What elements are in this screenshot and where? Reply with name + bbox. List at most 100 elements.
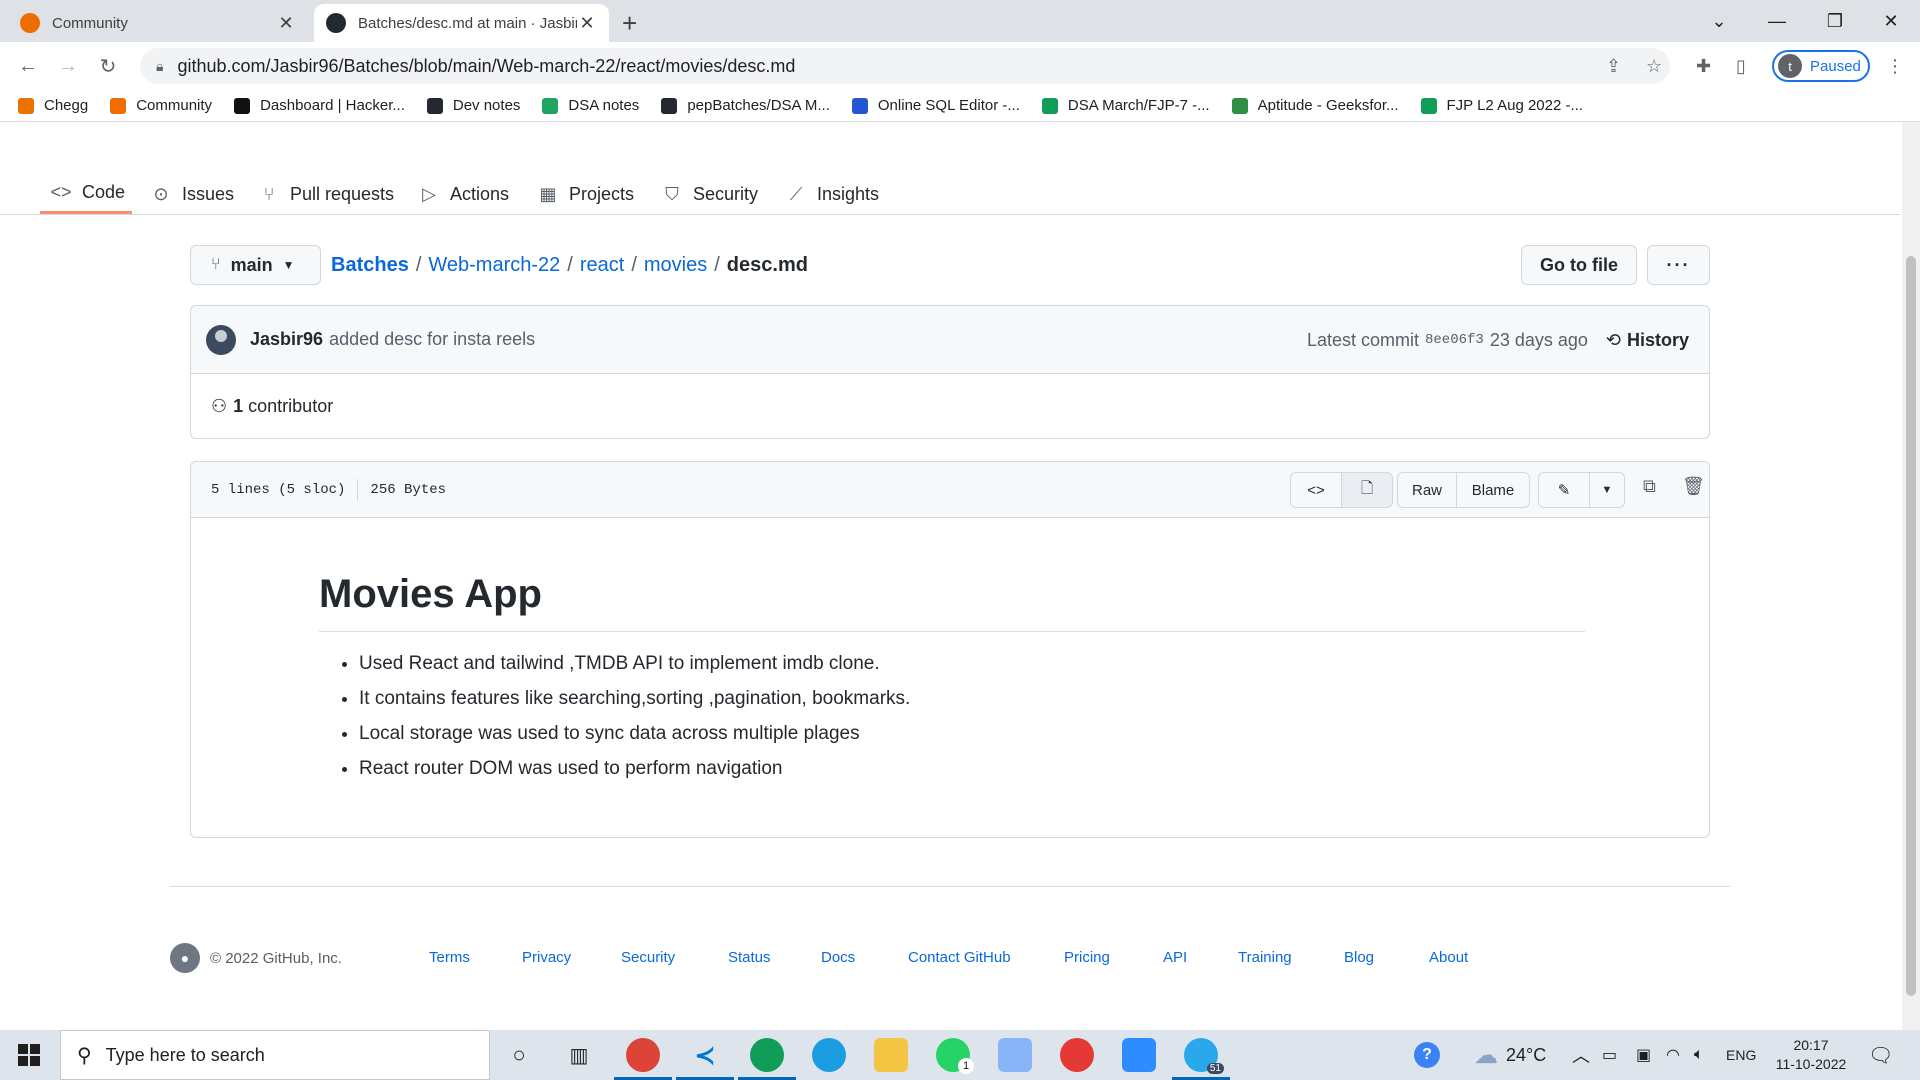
zoom-icon[interactable] — [1122, 1038, 1156, 1072]
tab-projects[interactable]: ▦ Projects — [537, 174, 634, 214]
help-icon[interactable]: ? — [1414, 1030, 1440, 1080]
raw-button[interactable]: Raw — [1397, 472, 1457, 508]
close-icon[interactable]: ✕ — [577, 13, 597, 34]
wifi-icon[interactable]: ◠ — [1666, 1030, 1680, 1080]
share-icon[interactable]: ⇪ — [1606, 56, 1621, 77]
bookmark-item[interactable]: DSA March/FJP-7 -... — [1041, 97, 1210, 114]
meet-now-icon[interactable]: ▣ — [1636, 1030, 1651, 1080]
bookmark-item[interactable]: Dev notes — [426, 97, 520, 114]
footer-link-training[interactable]: Training — [1238, 949, 1292, 966]
edit-dropdown-button[interactable]: ▼ — [1589, 472, 1625, 508]
footer-link-terms[interactable]: Terms — [429, 949, 470, 966]
footer-copyright: ● © 2022 GitHub, Inc. — [170, 943, 342, 973]
scrollbar-thumb[interactable] — [1906, 256, 1916, 996]
go-to-file-button[interactable]: Go to file — [1521, 245, 1637, 285]
chrome-icon[interactable] — [614, 1038, 672, 1080]
restore-icon[interactable]: ❐ — [1806, 0, 1864, 42]
star-icon[interactable]: ☆ — [1646, 56, 1662, 77]
markdown-body: Movies App Used React and tailwind ,TMDB… — [319, 572, 1585, 786]
footer-link-about[interactable]: About — [1429, 949, 1468, 966]
avatar[interactable] — [206, 324, 236, 355]
footer-link-api[interactable]: API — [1163, 949, 1187, 966]
bookmark-item[interactable]: Community — [110, 97, 212, 114]
footer-link-security[interactable]: Security — [621, 949, 675, 966]
forward-icon[interactable]: → — [54, 52, 82, 80]
commit-sha[interactable]: 8ee06f3 — [1425, 332, 1484, 348]
file-header: 5 lines (5 sloc) 256 Bytes <> 🗋︎ Raw Bla… — [191, 462, 1709, 518]
footer-link-pricing[interactable]: Pricing — [1064, 949, 1110, 966]
edit-button[interactable]: ✎ — [1538, 472, 1590, 508]
contributors-row[interactable]: ⚇ 1 contributor — [191, 374, 1709, 438]
whatsapp-icon[interactable]: 1 — [936, 1038, 974, 1074]
browser-tab-github[interactable]: Batches/desc.md at main · Jasbir96 ✕ — [314, 4, 609, 42]
close-icon[interactable]: ✕ — [276, 13, 296, 34]
telegram-icon[interactable]: 51 — [1172, 1038, 1230, 1080]
taskbar-search-input[interactable]: ⚲ Type here to search — [60, 1030, 490, 1080]
file-explorer-icon[interactable] — [874, 1038, 908, 1072]
branch-select-button[interactable]: ⑂ main ▼ — [190, 245, 321, 285]
tab-security[interactable]: ⛉ Security — [661, 174, 758, 214]
page-scrollbar[interactable] — [1902, 122, 1920, 1030]
tab-issues[interactable]: ⊙ Issues — [150, 174, 234, 214]
chrome-profile-icon[interactable] — [738, 1038, 796, 1080]
display-source-button[interactable]: <> — [1290, 472, 1342, 508]
footer-link-status[interactable]: Status — [728, 949, 771, 966]
image-viewer-icon[interactable] — [998, 1038, 1032, 1072]
blame-button[interactable]: Blame — [1456, 472, 1530, 508]
breadcrumb-folder[interactable]: movies — [644, 254, 707, 277]
address-bar[interactable]: 🔒︎ github.com/Jasbir96/Batches/blob/main… — [140, 48, 1670, 84]
breadcrumb-folder[interactable]: react — [580, 254, 624, 277]
tab-pull-requests[interactable]: ⑂ Pull requests — [258, 174, 394, 214]
breadcrumb-repo[interactable]: Batches — [331, 254, 409, 277]
system-clock[interactable]: 20:17 11-10-2022 — [1768, 1036, 1854, 1074]
edge-icon[interactable] — [812, 1038, 846, 1072]
footer-link-privacy[interactable]: Privacy — [522, 949, 571, 966]
extensions-icon[interactable]: ✚ — [1696, 56, 1711, 77]
tab-actions[interactable]: ▷ Actions — [418, 174, 509, 214]
history-link[interactable]: ⟲ History — [1606, 330, 1689, 351]
tab-search-icon[interactable]: ⌄ — [1690, 0, 1748, 42]
bookmark-item[interactable]: FJP L2 Aug 2022 -... — [1420, 97, 1583, 114]
notifications-icon[interactable]: 🗨︎ — [1868, 1030, 1893, 1080]
language-indicator[interactable]: ENG — [1726, 1030, 1756, 1080]
back-icon[interactable]: ← — [14, 52, 42, 80]
windows-start-icon[interactable] — [18, 1044, 40, 1066]
trash-icon[interactable]: 🗑︎ — [1682, 476, 1705, 497]
vscode-icon[interactable]: ≺ — [676, 1038, 734, 1080]
commit-message[interactable]: added desc for insta reels — [329, 329, 535, 350]
new-tab-button[interactable]: + — [622, 8, 637, 39]
more-options-button[interactable]: ··· — [1647, 245, 1710, 285]
commit-author[interactable]: Jasbir96 — [250, 329, 323, 350]
cortana-icon[interactable]: ○ — [502, 1038, 536, 1072]
volume-icon[interactable]: 🔈︎ — [1694, 1030, 1704, 1080]
tab-insights[interactable]: ⟋ Insights — [785, 174, 879, 214]
bookmark-item[interactable]: pepBatches/DSA M... — [661, 97, 830, 114]
task-view-icon[interactable]: ▥ — [562, 1038, 596, 1072]
footer-link-docs[interactable]: Docs — [821, 949, 855, 966]
breadcrumb-folder[interactable]: Web-march-22 — [428, 254, 560, 277]
menu-icon[interactable]: ⋮ — [1886, 56, 1904, 77]
footer-link-blog[interactable]: Blog — [1344, 949, 1374, 966]
github-logo-icon[interactable]: ● — [170, 943, 200, 973]
footer-link-contact[interactable]: Contact GitHub — [908, 949, 1011, 966]
side-panel-icon[interactable]: ▯ — [1736, 56, 1746, 77]
list-item: Local storage was used to sync data acro… — [359, 716, 1585, 751]
chevron-up-icon[interactable]: ︿ — [1572, 1030, 1590, 1080]
weather-widget[interactable]: ☁ 24°C — [1474, 1030, 1546, 1080]
battery-icon[interactable]: ▭ — [1602, 1030, 1617, 1080]
bookmark-item[interactable]: DSA notes — [542, 97, 639, 114]
sheets-icon — [1420, 97, 1437, 114]
bookmark-item[interactable]: Aptitude - Geeksfor... — [1231, 97, 1399, 114]
tab-code[interactable]: <> Code — [40, 174, 132, 214]
window-close-icon[interactable]: ✕ — [1862, 0, 1920, 42]
bookmark-item[interactable]: Online SQL Editor -... — [851, 97, 1020, 114]
display-rendered-button[interactable]: 🗋︎ — [1341, 472, 1393, 508]
bookmark-item[interactable]: Dashboard | Hacker... — [234, 97, 405, 114]
reload-icon[interactable]: ↻ — [94, 52, 122, 80]
profile-button[interactable]: t Paused — [1772, 50, 1870, 82]
recorder-icon[interactable] — [1060, 1038, 1094, 1072]
minimize-icon[interactable]: — — [1748, 0, 1806, 42]
copy-icon[interactable]: ⧉ — [1643, 476, 1656, 497]
browser-tab-community[interactable]: Community ✕ — [8, 4, 308, 42]
bookmark-item[interactable]: Chegg — [18, 97, 88, 114]
